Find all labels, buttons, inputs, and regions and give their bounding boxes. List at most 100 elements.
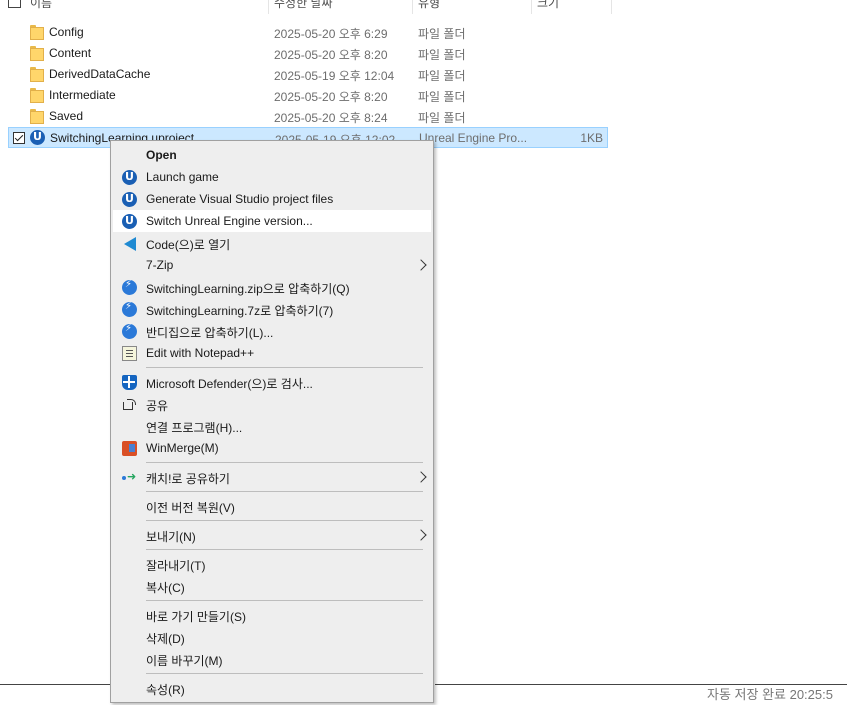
file-date: 2025-05-19 오후 12:04 — [274, 69, 395, 83]
menu-item-switch-engine-version[interactable]: Switch Unreal Engine version... — [113, 210, 431, 232]
menu-separator — [146, 673, 423, 674]
menu-separator — [146, 549, 423, 550]
folder-icon — [30, 88, 44, 103]
folder-icon — [30, 67, 44, 82]
menu-item-open[interactable]: Open — [113, 144, 431, 166]
file-date: 2025-05-20 오후 8:20 — [274, 48, 388, 62]
column-type[interactable]: 유형 — [418, 0, 440, 11]
menu-item-label: 공유 — [146, 399, 169, 413]
menu-item-label: Launch game — [146, 170, 219, 184]
file-row-saved[interactable]: Saved 2025-05-20 오후 8:24 파일 폴더 — [8, 106, 608, 127]
column-size[interactable]: 크기 — [537, 0, 559, 11]
menu-item-properties[interactable]: 속성(R) — [113, 677, 431, 699]
file-date: 2025-05-20 오후 8:20 — [274, 90, 388, 104]
menu-separator — [146, 462, 423, 463]
menu-item-label: Code(으)로 열기 — [146, 238, 231, 252]
menu-item-label: 이름 바꾸기(M) — [146, 654, 223, 668]
menu-item-defender-scan[interactable]: Microsoft Defender(으)로 검사... — [113, 371, 431, 393]
file-name: Content — [49, 46, 92, 60]
menu-item-create-shortcut[interactable]: 바로 가기 만들기(S) — [113, 604, 431, 626]
menu-item-delete[interactable]: 삭제(D) — [113, 626, 431, 648]
column-divider[interactable] — [611, 0, 612, 14]
bandizip-icon — [122, 301, 137, 317]
menu-separator — [146, 491, 423, 492]
column-name[interactable]: 이름 — [30, 0, 52, 11]
menu-item-7zip[interactable]: 7-Zip — [113, 254, 431, 276]
unreal-icon — [122, 214, 137, 229]
column-date[interactable]: 수정한 날짜 — [274, 0, 333, 11]
file-name: Config — [49, 25, 84, 39]
file-type: 파일 폴더 — [418, 90, 466, 104]
menu-item-label: 캐치!로 공유하기 — [146, 472, 230, 486]
file-row-content[interactable]: Content 2025-05-20 오후 8:20 파일 폴더 — [8, 43, 608, 64]
winmerge-icon — [122, 441, 137, 456]
menu-item-label: SwitchingLearning.7z로 압축하기(7) — [146, 304, 334, 318]
row-checkbox[interactable] — [13, 132, 25, 144]
menu-separator — [146, 600, 423, 601]
menu-item-copy[interactable]: 복사(C) — [113, 575, 431, 597]
menu-item-catch-share[interactable]: 캐치!로 공유하기 — [113, 466, 431, 488]
column-divider[interactable] — [268, 0, 269, 14]
menu-item-label: 잘라내기(T) — [146, 559, 206, 573]
menu-item-label: Generate Visual Studio project files — [146, 192, 334, 206]
menu-item-label: Microsoft Defender(으)로 검사... — [146, 377, 313, 391]
autosave-status: 자동 저장 완료 20:25:5 — [707, 687, 833, 702]
menu-item-generate-vs-files[interactable]: Generate Visual Studio project files — [113, 188, 431, 210]
folder-icon — [30, 46, 44, 61]
menu-item-edit-notepadpp[interactable]: Edit with Notepad++ — [113, 342, 431, 364]
menu-item-compress-7z[interactable]: SwitchingLearning.7z로 압축하기(7) — [113, 298, 431, 320]
menu-item-share[interactable]: 공유 — [113, 393, 431, 415]
menu-item-label: 복사(C) — [146, 581, 185, 595]
menu-item-compress-bandizip[interactable]: 반디집으로 압축하기(L)... — [113, 320, 431, 342]
menu-separator — [146, 367, 423, 368]
menu-item-launch-game[interactable]: Launch game — [113, 166, 431, 188]
share-icon — [122, 397, 137, 412]
folder-icon — [30, 25, 44, 40]
file-type: 파일 폴더 — [418, 27, 466, 41]
divider — [0, 684, 113, 685]
chevron-right-icon — [415, 259, 427, 271]
file-row-intermediate[interactable]: Intermediate 2025-05-20 오후 8:20 파일 폴더 — [8, 85, 608, 106]
file-date: 2025-05-20 오후 6:29 — [274, 27, 388, 41]
menu-item-label: 7-Zip — [146, 258, 174, 272]
bandizip-icon — [122, 279, 137, 295]
menu-item-label: 이전 버전 복원(V) — [146, 501, 235, 515]
notepad-icon — [122, 346, 137, 361]
file-name: DerivedDataCache — [49, 67, 151, 81]
bandizip-icon — [122, 323, 137, 339]
file-name: Saved — [49, 109, 84, 123]
file-type: Unreal Engine Pro... — [419, 131, 528, 145]
menu-item-compress-zip[interactable]: SwitchingLearning.zip으로 압축하기(Q) — [113, 276, 431, 298]
menu-item-rename[interactable]: 이름 바꾸기(M) — [113, 648, 431, 670]
file-row-deriveddatacache[interactable]: DerivedDataCache 2025-05-19 오후 12:04 파일 … — [8, 64, 608, 85]
file-type: 파일 폴더 — [418, 69, 466, 83]
menu-item-send-to[interactable]: 보내기(N) — [113, 524, 431, 546]
column-divider[interactable] — [412, 0, 413, 14]
menu-item-label: 바로 가기 만들기(S) — [146, 610, 246, 624]
menu-item-restore-previous[interactable]: 이전 버전 복원(V) — [113, 495, 431, 517]
unreal-icon — [122, 192, 137, 207]
menu-item-winmerge[interactable]: WinMerge(M) — [113, 437, 431, 459]
select-all-checkbox[interactable] — [8, 0, 21, 8]
context-menu: Open Launch game Generate Visual Studio … — [110, 140, 434, 703]
vscode-icon — [122, 236, 137, 251]
menu-item-label: WinMerge(M) — [146, 441, 219, 455]
menu-separator — [146, 520, 423, 521]
file-type: 파일 폴더 — [418, 48, 466, 62]
file-row-config[interactable]: Config 2025-05-20 오후 6:29 파일 폴더 — [8, 22, 608, 43]
menu-item-label: Open — [146, 148, 177, 162]
menu-item-open-with-code[interactable]: Code(으)로 열기 — [113, 232, 431, 254]
column-divider[interactable] — [531, 0, 532, 14]
file-date: 2025-05-20 오후 8:24 — [274, 111, 388, 125]
catch-share-icon — [122, 470, 137, 485]
defender-shield-icon — [122, 375, 137, 390]
unreal-icon — [122, 170, 137, 185]
column-header: 이름 수정한 날짜 유형 크기 — [0, 0, 612, 14]
folder-icon — [30, 109, 44, 124]
menu-item-label: 보내기(N) — [146, 530, 196, 544]
menu-item-open-with[interactable]: 연결 프로그램(H)... — [113, 415, 431, 437]
chevron-right-icon — [415, 471, 427, 483]
menu-item-cut[interactable]: 잘라내기(T) — [113, 553, 431, 575]
menu-item-label: Switch Unreal Engine version... — [146, 214, 313, 228]
file-size: 1KB — [580, 131, 603, 145]
